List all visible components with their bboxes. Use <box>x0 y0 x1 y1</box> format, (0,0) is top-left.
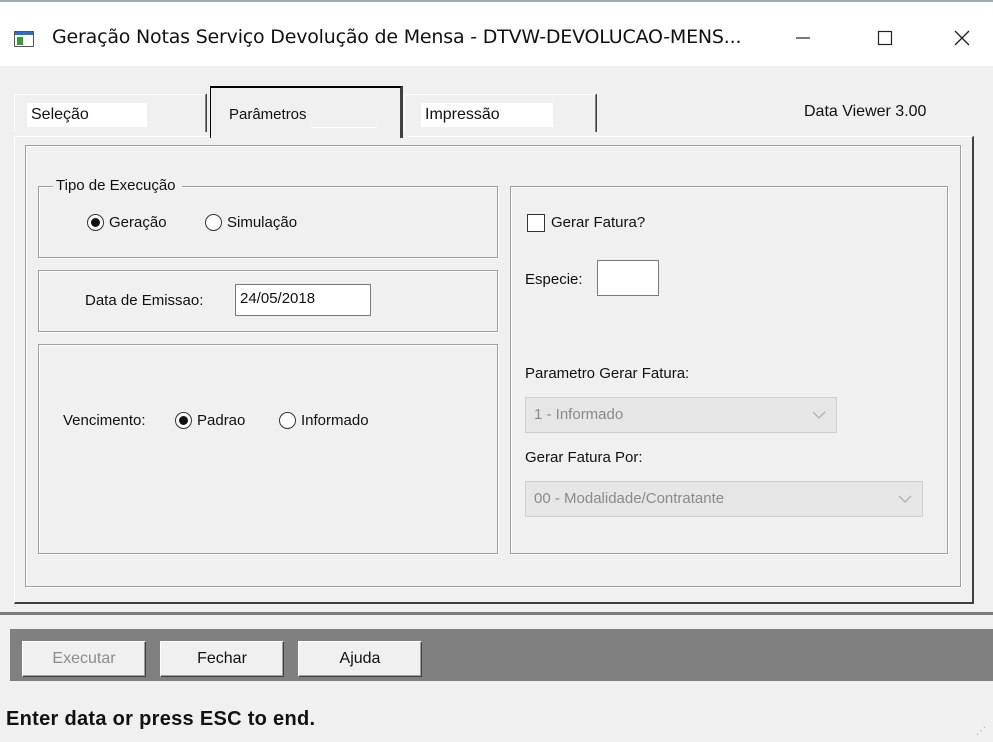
radio-informado-label[interactable]: Informado <box>301 412 369 429</box>
data-emissao-label: Data de Emissao: <box>85 292 204 309</box>
gerar-fatura-label[interactable]: Gerar Fatura? <box>551 214 645 231</box>
vencimento-label: Vencimento: <box>63 412 146 429</box>
gerar-fatura-checkbox[interactable] <box>527 214 545 232</box>
data-emissao-group: Data de Emissao: 24/05/2018 <box>38 270 498 332</box>
maximize-button[interactable] <box>855 18 915 58</box>
resize-grip-icon[interactable]: ⋰ <box>976 726 986 737</box>
close-icon <box>954 30 970 46</box>
tipo-execucao-title: Tipo de Execução <box>53 177 182 194</box>
chevron-down-icon <box>812 411 826 419</box>
parametros-frame: Tipo de Execução Geração Simulação Data … <box>25 145 961 587</box>
chevron-down-icon <box>898 495 912 503</box>
tab-parametros-label: Parâmetros <box>225 103 377 127</box>
parametro-gerar-fatura-label: Parametro Gerar Fatura: <box>525 365 690 382</box>
parametro-gerar-fatura-select[interactable]: 1 - Informado <box>525 397 837 433</box>
tab-selecao[interactable]: Seleção <box>14 94 206 132</box>
gerar-fatura-por-label: Gerar Fatura Por: <box>525 449 643 466</box>
radio-geracao[interactable] <box>87 214 104 231</box>
tab-parametros[interactable]: Parâmetros <box>210 86 402 138</box>
tab-selecao-label: Seleção <box>27 103 147 127</box>
status-bar-text: Enter data or press ESC to end. <box>6 708 316 730</box>
close-button[interactable] <box>932 18 992 58</box>
parametro-gerar-fatura-value: 1 - Informado <box>534 406 624 423</box>
window-client: Seleção Impressão Parâmetros Data Viewer… <box>0 66 993 742</box>
especie-label: Especie: <box>525 271 583 288</box>
version-label: Data Viewer 3.00 <box>804 103 927 120</box>
button-strip <box>10 629 993 681</box>
tab-panel-parametros: Tipo de Execução Geração Simulação Data … <box>14 136 974 604</box>
especie-field[interactable] <box>597 260 659 296</box>
radio-padrao-label[interactable]: Padrao <box>197 412 245 429</box>
radio-simulacao-label[interactable]: Simulação <box>227 214 297 231</box>
radio-geracao-label[interactable]: Geração <box>109 214 167 231</box>
radio-padrao[interactable] <box>175 412 192 429</box>
data-emissao-field[interactable]: 24/05/2018 <box>235 284 371 316</box>
minimize-button[interactable] <box>773 18 833 58</box>
window-title: Geração Notas Serviço Devolução de Mensa… <box>52 26 742 48</box>
executar-button[interactable]: Executar <box>22 641 146 677</box>
vencimento-group: Vencimento: Padrao Informado <box>38 344 498 554</box>
fechar-button[interactable]: Fechar <box>160 641 284 677</box>
button-bar: Executar Fechar Ajuda <box>0 612 993 692</box>
gerar-fatura-por-select[interactable]: 00 - Modalidade/Contratante <box>525 481 923 517</box>
gerar-fatura-por-value: 00 - Modalidade/Contratante <box>534 490 725 507</box>
maximize-icon <box>877 30 893 46</box>
tab-impressao[interactable]: Impressão <box>404 94 596 132</box>
app-icon <box>14 31 34 47</box>
ajuda-button[interactable]: Ajuda <box>298 641 422 677</box>
radio-informado[interactable] <box>279 412 296 429</box>
tab-impressao-label: Impressão <box>421 103 553 127</box>
title-bar: Geração Notas Serviço Devolução de Mensa… <box>0 0 993 66</box>
minimize-icon <box>796 37 810 39</box>
tipo-execucao-group: Tipo de Execução Geração Simulação <box>38 177 498 258</box>
fatura-group: Gerar Fatura? Especie: Parametro Gerar F… <box>510 186 948 554</box>
radio-simulacao[interactable] <box>205 214 222 231</box>
